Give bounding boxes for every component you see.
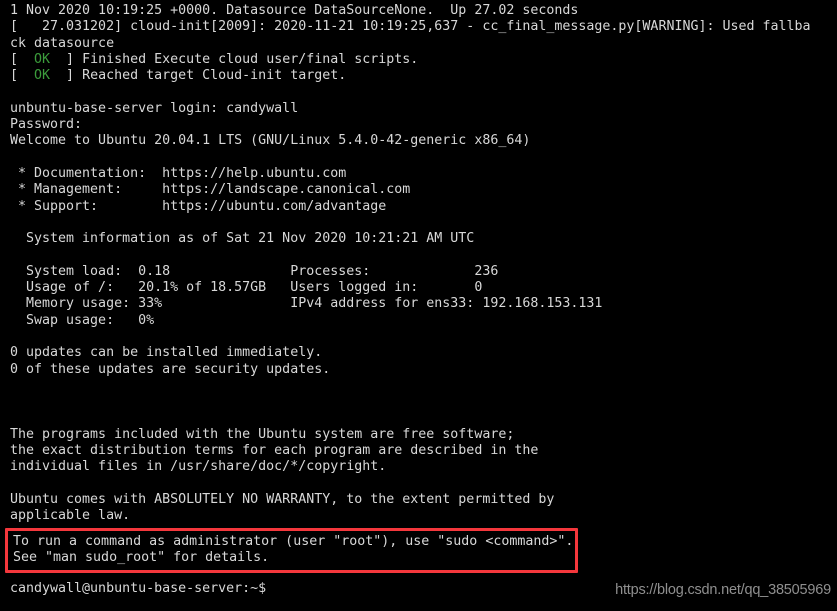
status-prefix: [ bbox=[10, 68, 35, 84]
sudo-notice-highlight-box: To run a command as administrator (user … bbox=[5, 528, 578, 573]
terminal-window[interactable]: 1 Nov 2020 10:19:25 +0000. Datasource Da… bbox=[0, 0, 837, 611]
status-badge-ok: OK bbox=[34, 68, 51, 84]
terminal-line-license-1: The programs included with the Ubuntu sy… bbox=[10, 426, 515, 442]
watermark-url: https://blog.csdn.net/qq_38505969 bbox=[615, 582, 831, 598]
terminal-line-usage-root: Usage of /: 20.1% of 18.57GB Users logge… bbox=[10, 280, 483, 296]
terminal-line-system-load: System load: 0.18 Processes: 236 bbox=[10, 263, 499, 279]
shell-prompt-text: candywall@unbuntu-base-server:~$ bbox=[10, 581, 275, 596]
terminal-line: [ 27.031202] cloud-init[2009]: 2020-11-2… bbox=[10, 19, 811, 35]
terminal-line-status-ok: [ OK ] Finished Execute cloud user/final… bbox=[0, 52, 837, 68]
shell-prompt[interactable]: candywall@unbuntu-base-server:~$ bbox=[10, 580, 282, 597]
terminal-line-documentation: * Documentation: https://help.ubuntu.com bbox=[10, 165, 347, 181]
terminal-line-memory-usage: Memory usage: 33% IPv4 address for ens33… bbox=[10, 296, 603, 312]
terminal-line-sysinfo-header: System information as of Sat 21 Nov 2020… bbox=[10, 231, 475, 247]
terminal-output: 1 Nov 2020 10:19:25 +0000. Datasource Da… bbox=[0, 3, 837, 525]
terminal-line-license-2: the exact distribution terms for each pr… bbox=[10, 443, 539, 459]
status-message: ] Finished Execute cloud user/final scri… bbox=[50, 51, 419, 67]
terminal-line-password: Password: bbox=[10, 117, 83, 133]
sudo-notice-line-1: To run a command as administrator (user … bbox=[13, 534, 574, 549]
terminal-line-license-3: individual files in /usr/share/doc/*/cop… bbox=[10, 459, 387, 475]
sudo-notice-text: To run a command as administrator (user … bbox=[8, 534, 573, 567]
terminal-line-warranty-1: Ubuntu comes with ABSOLUTELY NO WARRANTY… bbox=[10, 491, 555, 507]
status-message: ] Reached target Cloud-init target. bbox=[50, 68, 347, 84]
terminal-line-welcome: Welcome to Ubuntu 20.04.1 LTS (GNU/Linux… bbox=[10, 133, 531, 149]
terminal-line-support: * Support: https://ubuntu.com/advantage bbox=[10, 198, 387, 214]
status-prefix: [ bbox=[10, 51, 35, 67]
status-badge-ok: OK bbox=[34, 51, 51, 67]
terminal-line-updates-available: 0 updates can be installed immediately. bbox=[10, 345, 323, 361]
terminal-line-warranty-2: applicable law. bbox=[10, 508, 131, 524]
terminal-line-swap-usage: Swap usage: 0% bbox=[10, 312, 155, 328]
sudo-notice-line-2: See "man sudo_root" for details. bbox=[13, 550, 270, 566]
terminal-line: ck datasource bbox=[10, 35, 115, 51]
text-cursor bbox=[274, 580, 282, 594]
terminal-line-security-updates: 0 of these updates are security updates. bbox=[10, 361, 331, 377]
terminal-line-status-ok: [ OK ] Reached target Cloud-init target. bbox=[0, 68, 837, 84]
terminal-line-login: unbuntu-base-server login: candywall bbox=[10, 100, 299, 116]
terminal-line: 1 Nov 2020 10:19:25 +0000. Datasource Da… bbox=[10, 3, 579, 18]
terminal-line-management: * Management: https://landscape.canonica… bbox=[10, 182, 411, 198]
